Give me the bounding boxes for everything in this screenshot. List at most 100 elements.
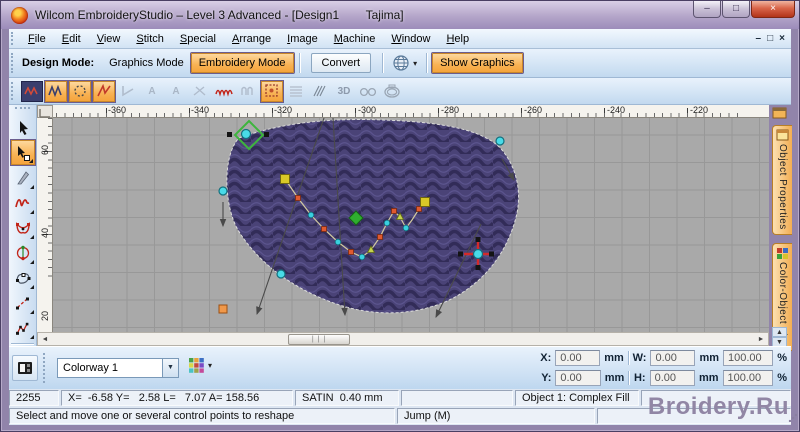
h-ruler-label: -280 xyxy=(441,105,460,115)
scale-x-percent: % xyxy=(777,352,787,364)
menu-window[interactable]: Window xyxy=(383,31,438,47)
menu-stitch[interactable]: Stitch xyxy=(128,31,172,47)
view-3d-icon[interactable]: 3D xyxy=(333,81,355,102)
color-object-list-icon xyxy=(777,248,788,259)
closed-shape-tool[interactable] xyxy=(11,215,35,240)
digitize-run-tool[interactable] xyxy=(11,315,35,340)
mdi-minimize-button[interactable]: – xyxy=(756,33,762,44)
maximize-button[interactable]: □ xyxy=(722,1,750,18)
colorway-toolbar: Colorway 1 ▼ ▾ X: 0.00 mm W: 0.00 mm 100… xyxy=(9,346,791,389)
menu-special[interactable]: Special xyxy=(172,31,224,47)
palette-button[interactable]: ▾ xyxy=(189,358,212,373)
palette-icon xyxy=(189,358,204,373)
modebar-grip[interactable] xyxy=(11,53,16,73)
panel-top-icon[interactable] xyxy=(772,106,788,125)
globe-icon xyxy=(393,55,409,71)
mdi-restore-button[interactable]: □ xyxy=(767,33,773,44)
close-button[interactable]: × xyxy=(751,1,795,18)
scale-y-input[interactable]: 100.00 xyxy=(722,370,774,386)
menu-edit[interactable]: Edit xyxy=(54,31,89,47)
angle-stitch-icon[interactable] xyxy=(93,80,115,102)
lettering-fill-icon: A xyxy=(172,85,180,97)
scale-x-input[interactable]: 100.00 xyxy=(723,350,774,366)
mdi-close-button[interactable]: × xyxy=(779,33,785,44)
w-input[interactable]: 0.00 xyxy=(650,350,696,366)
h-ruler-label: -220 xyxy=(690,105,709,115)
menu-file[interactable]: File xyxy=(20,31,54,47)
cursor-coordinates: X= -6.58 Y= 2.58 L= 7.07 A= 158.56 xyxy=(61,390,293,406)
hoop-globe-button[interactable]: ▾ xyxy=(388,52,421,74)
h-ruler-label: -260 xyxy=(524,105,543,115)
menu-image[interactable]: Image xyxy=(279,31,326,47)
selected-object-info: Object 1: Complex Fill xyxy=(515,390,639,406)
menu-machine[interactable]: Machine xyxy=(326,31,384,47)
embroidery-mode-button[interactable]: Embroidery Mode xyxy=(190,53,294,73)
scroll-right-icon[interactable]: ► xyxy=(754,336,768,343)
x-input[interactable]: 0.00 xyxy=(555,350,601,366)
h-ruler-label: -300 xyxy=(358,105,377,115)
embroidery-design[interactable] xyxy=(53,118,769,332)
run-pattern-icon xyxy=(237,81,259,102)
menu-bar: File Edit View Stitch Special Arrange Im… xyxy=(9,29,791,49)
y-label: Y: xyxy=(541,372,552,384)
menu-help[interactable]: Help xyxy=(438,31,477,47)
design-thumbnail-button[interactable] xyxy=(12,355,38,381)
design-mode-toolbar: Design Mode: Graphics Mode Embroidery Mo… xyxy=(9,49,791,78)
graphics-mode-button[interactable]: Graphics Mode xyxy=(102,53,191,73)
tool-box xyxy=(9,105,37,346)
freehand-draw-tool[interactable] xyxy=(11,190,35,215)
w-label: W: xyxy=(632,352,647,364)
complex-fill-object[interactable] xyxy=(226,119,520,314)
tab-object-properties[interactable]: Object Properties xyxy=(772,125,792,235)
reshape-tool[interactable] xyxy=(10,140,35,165)
toolbox-grip[interactable] xyxy=(15,107,30,113)
watermark: Broidery.Ru xyxy=(647,393,789,420)
design-canvas[interactable] xyxy=(53,118,769,332)
palette-dropdown-arrow[interactable]: ▾ xyxy=(208,361,212,370)
horizontal-scrollbar[interactable]: ◄ | | | ► xyxy=(37,332,769,346)
scrollbar-thumb[interactable]: | | | xyxy=(288,334,350,345)
colorway-dropdown-icon[interactable]: ▼ xyxy=(162,359,178,377)
convert-button[interactable]: Convert xyxy=(310,53,372,73)
scroll-left-icon[interactable]: ◄ xyxy=(38,336,52,343)
stitch-count: 2255 xyxy=(9,390,59,406)
design-mode-label: Design Mode: xyxy=(22,57,95,69)
h-ruler-label: -240 xyxy=(607,105,626,115)
resize-grip[interactable] xyxy=(788,413,797,422)
hatch-fill-icon[interactable] xyxy=(309,81,331,102)
v-ruler-label: 60 xyxy=(40,145,50,156)
title-bar: Wilcom EmbroideryStudio – Level 3 Advanc… xyxy=(1,1,799,29)
colorway-select[interactable]: Colorway 1 ▼ xyxy=(57,358,179,378)
complex-fill-tool[interactable] xyxy=(11,265,35,290)
tab-scroll-up-icon[interactable]: ▲ xyxy=(772,327,787,337)
motif-circle-icon[interactable] xyxy=(69,80,91,102)
globe-dropdown-arrow[interactable]: ▾ xyxy=(413,59,417,68)
colorbar-grip[interactable] xyxy=(43,353,45,383)
h-input[interactable]: 0.00 xyxy=(649,370,695,386)
show-graphics-button[interactable]: Show Graphics xyxy=(432,53,523,73)
horizontal-ruler: -360 -340 -320 -300 -280 -260 -240 -220 xyxy=(53,105,769,118)
wave-stitch-icon[interactable] xyxy=(213,81,235,102)
circle-tool[interactable] xyxy=(11,240,35,265)
digitize-line-tool[interactable] xyxy=(11,290,35,315)
ruler-corner xyxy=(37,105,53,118)
menu-arrange[interactable]: Arrange xyxy=(224,31,279,47)
transform-panel: X: 0.00 mm W: 0.00 mm 100.00 % Y: 0.00 m… xyxy=(539,349,787,387)
stitch-lines-icon xyxy=(285,81,307,102)
y-input[interactable]: 0.00 xyxy=(555,370,601,386)
w-unit: mm xyxy=(699,352,719,364)
h-ruler-label: -320 xyxy=(274,105,293,115)
vertical-ruler: 60 40 20 xyxy=(37,118,53,332)
status-hint: Select and move one or several control p… xyxy=(9,408,395,424)
knife-tool[interactable] xyxy=(11,165,35,190)
fill-pattern-icon[interactable] xyxy=(261,80,283,102)
select-tool[interactable] xyxy=(11,115,35,140)
zigzag-stitch-icon[interactable] xyxy=(45,80,67,102)
menu-grip[interactable] xyxy=(11,31,16,46)
menu-view[interactable]: View xyxy=(89,31,129,47)
minimize-button[interactable]: – xyxy=(693,1,721,18)
film-icon xyxy=(18,362,32,374)
stitch-list-icon[interactable] xyxy=(21,80,43,102)
iconbar-grip[interactable] xyxy=(11,81,16,101)
x-label: X: xyxy=(540,352,552,364)
